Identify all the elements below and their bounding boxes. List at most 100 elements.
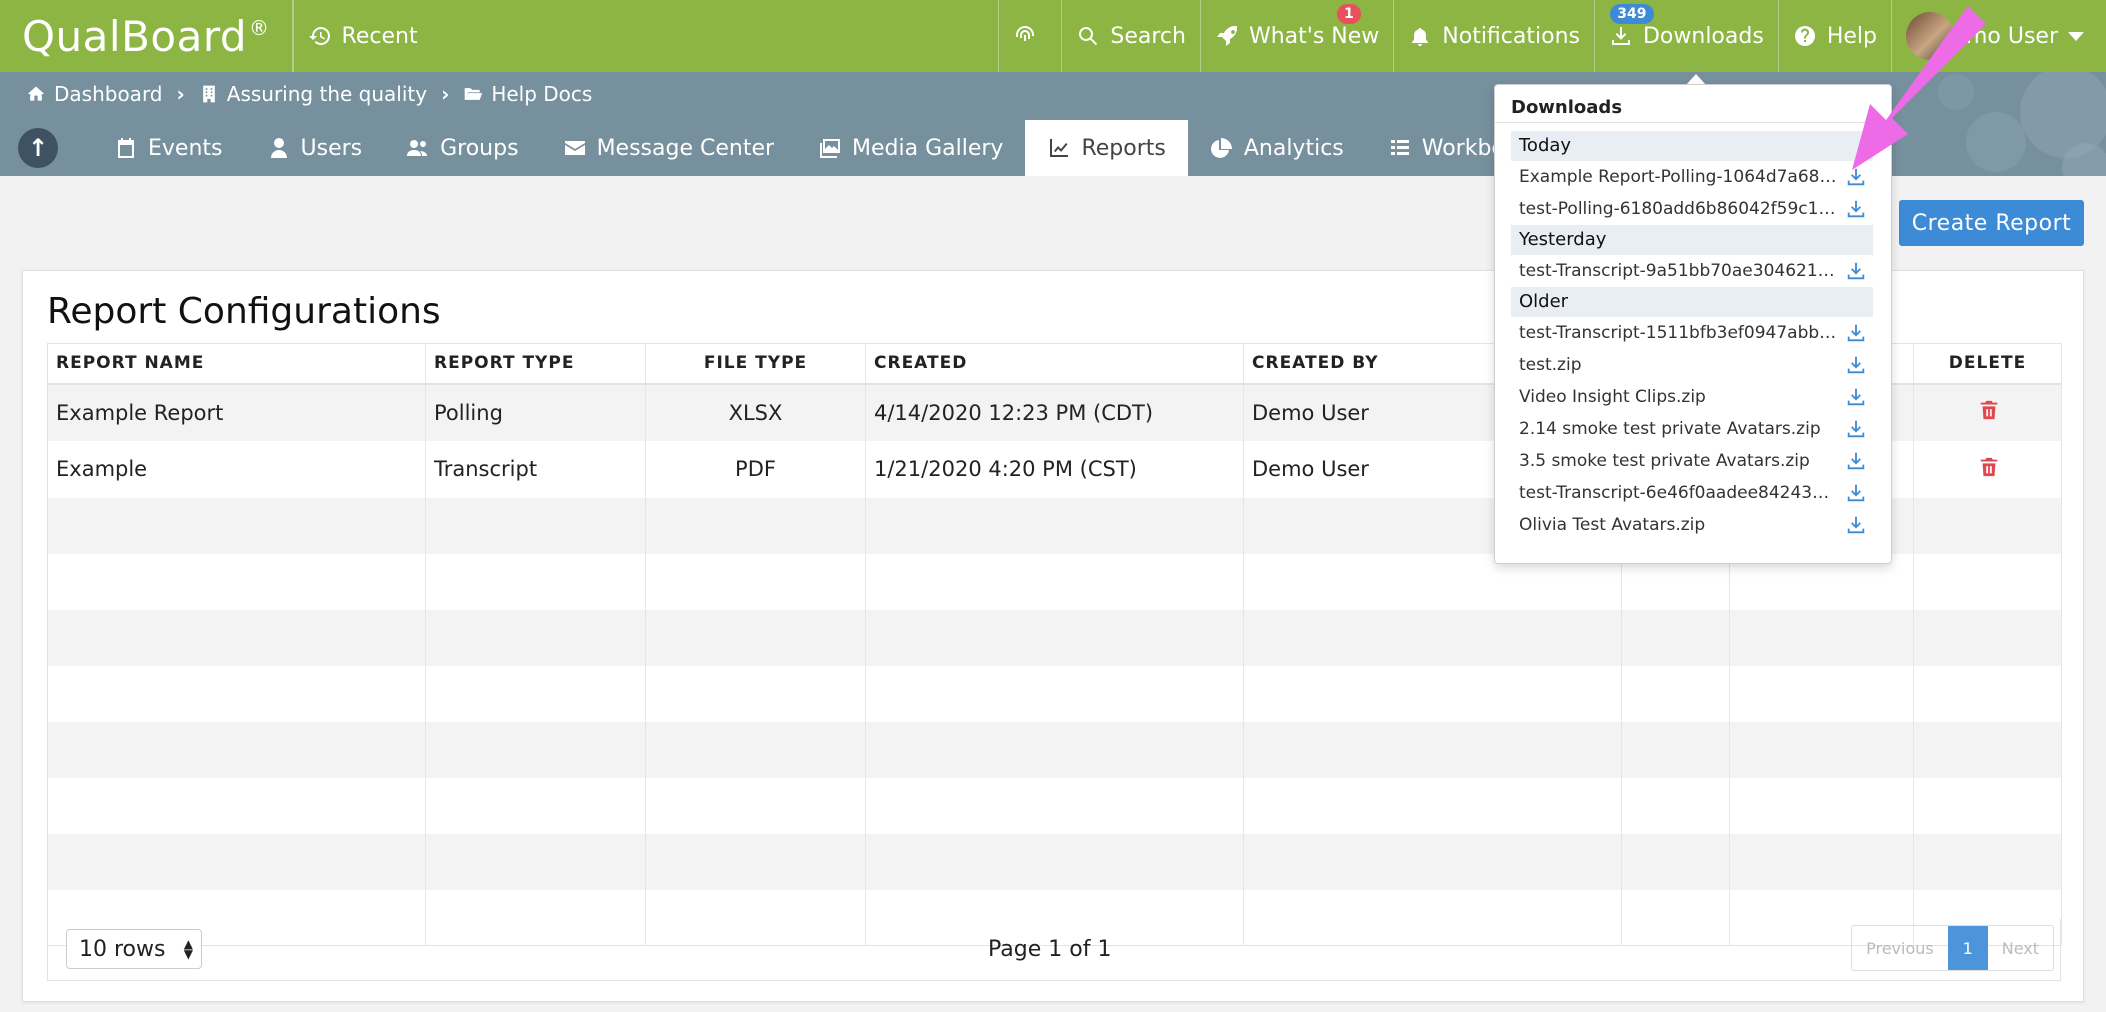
tab-groups[interactable]: Groups xyxy=(384,120,540,176)
whats-new-badge: 1 xyxy=(1336,4,1361,24)
nav-logo-button[interactable]: ↑ xyxy=(18,128,58,168)
tab-events[interactable]: Events xyxy=(92,120,245,176)
download-item-name[interactable]: test-Polling-6180add6b86042f59c1050... xyxy=(1519,199,1837,219)
annotation-arrow xyxy=(1852,6,1986,170)
users-icon xyxy=(407,140,428,156)
trash-icon[interactable] xyxy=(1978,398,1998,422)
main-nav: ↑ Events Users Groups Message Center Med… xyxy=(0,120,1659,176)
tab-message-center[interactable]: Message Center xyxy=(541,120,796,176)
tab-analytics[interactable]: Analytics xyxy=(1188,120,1366,176)
tab-users[interactable]: Users xyxy=(245,120,385,176)
notifications-button[interactable]: Notifications 349 xyxy=(1393,0,1654,72)
breadcrumb-dashboard[interactable]: Dashboard xyxy=(26,82,163,106)
qualboard-logo[interactable]: QualBoard ® xyxy=(0,0,293,72)
rocket-icon xyxy=(1216,26,1237,46)
updown-icon: ▲ ▼ xyxy=(183,937,193,961)
download-item-name[interactable]: 2.14 smoke test private Avatars.zip xyxy=(1519,419,1837,439)
download-item[interactable]: 2.14 smoke test private Avatars.zip xyxy=(1511,413,1873,445)
recent-button[interactable]: Recent xyxy=(292,0,432,72)
previous-button[interactable]: Previous xyxy=(1852,926,1948,970)
empty-row xyxy=(47,833,2062,890)
list-icon xyxy=(1390,140,1409,155)
page-button-current[interactable]: 1 xyxy=(1947,926,1988,970)
tab-media-gallery[interactable]: Media Gallery xyxy=(796,120,1025,176)
pie-chart-icon xyxy=(1210,138,1232,158)
tab-media-gallery-label: Media Gallery xyxy=(852,135,1004,161)
download-item[interactable]: Example Report-Polling-1064d7a6810... xyxy=(1511,161,1873,193)
building-icon xyxy=(202,85,215,103)
tab-message-center-label: Message Center xyxy=(596,135,775,161)
empty-row xyxy=(47,665,2062,722)
calendar-icon xyxy=(118,138,134,158)
empty-row xyxy=(47,777,2062,834)
whats-new-button[interactable]: What's New 1 xyxy=(1199,0,1393,72)
page-title: Report Configurations xyxy=(47,291,441,332)
create-report-button[interactable]: Create Report xyxy=(1899,200,2084,246)
downloads-popover-title: Downloads xyxy=(1495,85,1891,123)
column-header-created[interactable]: CREATED xyxy=(865,343,1244,385)
envelope-icon xyxy=(564,141,585,155)
download-item[interactable]: test-Polling-6180add6b86042f59c1050... xyxy=(1511,193,1873,225)
help-icon xyxy=(1794,26,1815,46)
download-item[interactable]: 3.5 smoke test private Avatars.zip xyxy=(1511,445,1873,477)
tab-reports[interactable]: Reports xyxy=(1025,120,1188,176)
download-item[interactable]: test.zip xyxy=(1511,349,1873,381)
empty-row xyxy=(47,721,2062,778)
empty-row xyxy=(47,609,2062,666)
cell-file-type: XLSX xyxy=(645,383,866,441)
downloads-group-older: Older xyxy=(1511,287,1873,317)
next-button[interactable]: Next xyxy=(1988,926,2053,970)
download-item-name[interactable]: Example Report-Polling-1064d7a6810... xyxy=(1519,167,1837,187)
download-icon[interactable] xyxy=(1845,482,1867,504)
download-item-name[interactable]: Olivia Test Avatars.zip xyxy=(1519,515,1837,535)
search-icon xyxy=(1079,27,1098,46)
trash-icon[interactable] xyxy=(1978,455,1998,479)
download-item[interactable]: Video Insight Clips.zip xyxy=(1511,381,1873,413)
download-item-name[interactable]: test.zip xyxy=(1519,355,1837,375)
caret-down-icon xyxy=(2068,31,2084,41)
breadcrumb-project[interactable]: Assuring the quality xyxy=(199,82,427,106)
download-item[interactable]: test-Transcript-9a51bb70ae30462182c... xyxy=(1511,255,1873,287)
logo-text: QualBoard xyxy=(22,11,248,61)
download-icon[interactable] xyxy=(1845,514,1867,536)
download-icon[interactable] xyxy=(1845,322,1867,344)
cell-report-name[interactable]: Example Report xyxy=(47,383,426,441)
download-icon[interactable] xyxy=(1845,386,1867,408)
search-label: Search xyxy=(1110,23,1186,49)
search-button[interactable]: Search xyxy=(1061,0,1200,72)
tab-events-label: Events xyxy=(148,135,223,161)
downloads-button[interactable]: Downloads xyxy=(1593,0,1778,72)
column-header-report-name[interactable]: REPORT NAME xyxy=(47,343,426,385)
download-item[interactable]: Olivia Test Avatars.zip xyxy=(1511,509,1873,541)
cell-created: 1/21/2020 4:20 PM (CST) xyxy=(865,440,1244,498)
rows-per-page-select[interactable]: 10 rows ▲ ▼ xyxy=(66,929,202,969)
cell-report-type: Transcript xyxy=(425,440,646,498)
cell-delete xyxy=(1913,383,2062,441)
download-item[interactable]: test-Transcript-1511bfb3ef0947abb1f... xyxy=(1511,317,1873,349)
column-header-file-type[interactable]: FILE TYPE xyxy=(645,343,866,385)
cell-report-name[interactable]: Example xyxy=(47,440,426,498)
download-icon[interactable] xyxy=(1845,450,1867,472)
column-header-report-type[interactable]: REPORT TYPE xyxy=(425,343,646,385)
download-item-name[interactable]: 3.5 smoke test private Avatars.zip xyxy=(1519,451,1837,471)
folder-open-icon xyxy=(464,88,483,100)
rows-per-page-value: 10 rows xyxy=(79,936,166,962)
tab-reports-label: Reports xyxy=(1081,135,1166,161)
download-icon[interactable] xyxy=(1845,354,1867,376)
download-item[interactable]: test-Transcript-6e46f0aadee84243ad8... xyxy=(1511,477,1873,509)
cell-report-type: Polling xyxy=(425,383,646,441)
download-item-name[interactable]: test-Transcript-6e46f0aadee84243ad8... xyxy=(1519,483,1837,503)
download-item-name[interactable]: test-Transcript-1511bfb3ef0947abb1f... xyxy=(1519,323,1837,343)
history-icon xyxy=(308,27,330,45)
fingerprint-button[interactable] xyxy=(998,0,1061,72)
download-icon[interactable] xyxy=(1845,260,1867,282)
notifications-label: Notifications xyxy=(1442,23,1580,49)
download-icon[interactable] xyxy=(1845,198,1867,220)
column-header-delete: DELETE xyxy=(1913,343,2062,385)
download-item-name[interactable]: test-Transcript-9a51bb70ae30462182c... xyxy=(1519,261,1837,281)
breadcrumb-folder[interactable]: Help Docs xyxy=(463,82,592,106)
download-item-name[interactable]: Video Insight Clips.zip xyxy=(1519,387,1837,407)
breadcrumb-dashboard-label: Dashboard xyxy=(54,82,163,106)
download-icon xyxy=(1611,27,1630,45)
download-icon[interactable] xyxy=(1845,418,1867,440)
